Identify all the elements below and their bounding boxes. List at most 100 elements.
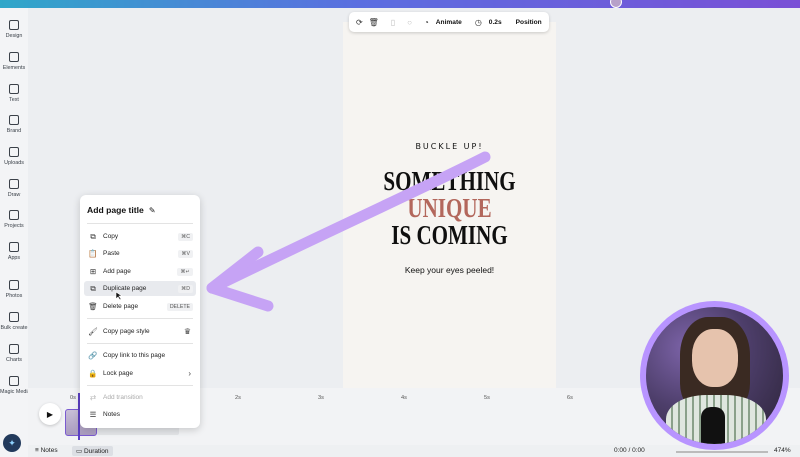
menu-item-add-transition: ⇄ Add transition [84, 390, 196, 405]
design-top-text[interactable]: BUCKLE UP! [343, 142, 556, 151]
sidebar-item-design[interactable]: Design [0, 20, 28, 39]
left-sidebar: Design Elements Text Brand Uploads Draw … [0, 8, 31, 457]
user-avatar[interactable] [610, 0, 622, 8]
menu-item-label: Lock page [103, 370, 133, 377]
top-accent-bar [0, 0, 800, 8]
trash-icon[interactable]: 🗑 [369, 17, 379, 27]
notes-button[interactable]: ≡ Notes [35, 447, 58, 454]
duration-icon: ▭ [76, 448, 84, 455]
clock-icon: ◷ [474, 17, 482, 27]
menu-item-label: Copy link to this page [103, 352, 166, 359]
page-floating-toolbar: ⟳ 🗑 ▯ ○ ◔ Animate ◷ 0.2s Position [349, 12, 549, 32]
sidebar-item-elements[interactable]: Elements [0, 52, 28, 71]
sidebar-item-magic-media[interactable]: Magic Media [0, 376, 31, 395]
sidebar-item-label: Draw [7, 192, 21, 198]
menu-item-add-page[interactable]: ⊞ Add page ⌘↵ [84, 264, 196, 279]
sidebar-item-draw[interactable]: Draw [0, 179, 28, 198]
notes-icon: ☰ [89, 410, 97, 419]
sidebar-item-bulk-create[interactable]: Bulk create [0, 312, 28, 331]
text-icon [9, 84, 19, 94]
brand-icon [9, 115, 19, 125]
elements-icon [9, 52, 19, 62]
animate-button[interactable]: Animate [436, 19, 462, 26]
apps-icon [9, 242, 19, 252]
menu-item-copy-link[interactable]: 🔗 Copy link to this page [84, 348, 196, 363]
presenter-video [646, 307, 783, 444]
sidebar-item-label: Projects [4, 223, 24, 229]
color-circle-icon: ○ [407, 17, 412, 27]
menu-item-label: Notes [103, 411, 120, 418]
sidebar-item-uploads[interactable]: Uploads [0, 147, 28, 166]
split-icon: ▯ [390, 17, 396, 27]
sidebar-item-label: Photos [5, 293, 23, 299]
sidebar-item-photos[interactable]: Photos [0, 280, 28, 299]
design-icon [9, 20, 19, 30]
sidebar-item-label: Text [9, 97, 19, 103]
menu-item-shortcut: ⌘C [178, 232, 193, 241]
sidebar-item-projects[interactable]: Projects [0, 210, 28, 229]
refresh-icon[interactable]: ⟳ [356, 17, 363, 27]
copy-icon: ⧉ [90, 231, 96, 241]
time-readout: 0:00 / 0:00 [614, 447, 645, 454]
menu-divider [87, 343, 193, 344]
play-button[interactable]: ▶ [39, 403, 61, 425]
pencil-icon: ✎ [148, 206, 156, 215]
menu-item-label: Copy [103, 233, 119, 240]
zoom-slider[interactable] [676, 451, 768, 453]
menu-item-label: Delete page [103, 303, 139, 310]
add-page-title-button[interactable]: Add page title ✎ [87, 205, 156, 215]
sidebar-item-apps[interactable]: Apps [0, 242, 28, 261]
sparkle-icon: ✦ [8, 437, 16, 448]
menu-item-lock-page[interactable]: 🔒 Lock page › [84, 366, 196, 381]
menu-item-shortcut: ⌘D [178, 284, 193, 293]
design-subtext[interactable]: Keep your eyes peeled! [343, 265, 556, 275]
sidebar-item-label: Brand [6, 128, 22, 134]
duration-label: Duration [83, 448, 109, 455]
menu-item-label: Copy page style [103, 328, 150, 335]
headline-line-1[interactable]: SOMETHING [366, 168, 532, 195]
menu-item-label: Add transition [103, 394, 143, 401]
duration-toggle[interactable]: ▭ Duration [72, 446, 113, 456]
timeline-tick: 2s [235, 395, 241, 401]
menu-item-shortcut: ⌘↵ [177, 267, 193, 276]
paint-roller-icon: 🖌 [88, 327, 98, 336]
menu-divider [87, 223, 193, 224]
menu-divider [87, 318, 193, 319]
magic-assistant-button[interactable]: ✦ [3, 434, 21, 452]
sidebar-item-charts[interactable]: Charts [0, 344, 28, 363]
sidebar-item-label: Uploads [4, 160, 24, 166]
duration-button[interactable]: 0.2s [489, 19, 502, 26]
menu-divider [87, 385, 193, 386]
link-icon: 🔗 [88, 351, 98, 360]
magic-media-icon [9, 376, 19, 386]
play-icon: ▶ [46, 409, 54, 419]
menu-item-duplicate-page[interactable]: ⧉ Duplicate page ⌘D [84, 281, 196, 296]
menu-item-paste[interactable]: 📋 Paste ⌘V [84, 246, 196, 261]
chevron-right-icon: › [188, 369, 191, 378]
design-page[interactable]: BUCKLE UP! SOMETHING UNIQUE IS COMING Ke… [343, 22, 556, 388]
notes-label: Notes [40, 447, 58, 454]
timeline-tick: 6s [567, 395, 573, 401]
menu-item-notes[interactable]: ☰ Notes [84, 407, 196, 422]
sidebar-item-label: Elements [2, 65, 26, 71]
sidebar-item-brand[interactable]: Brand [0, 115, 28, 134]
design-headline[interactable]: SOMETHING UNIQUE IS COMING [343, 168, 556, 249]
bulk-create-icon [9, 312, 19, 322]
draw-icon [9, 179, 19, 189]
menu-item-copy-page-style[interactable]: 🖌 Copy page style ♛ [84, 324, 196, 339]
menu-item-shortcut: DELETE [166, 302, 193, 311]
sidebar-item-label: Magic Media [0, 389, 31, 395]
bottom-bar: ≡ Notes ▭ Duration 0:00 / 0:00 474% [28, 445, 800, 457]
headline-line-3[interactable]: IS COMING [366, 222, 532, 249]
sidebar-item-text[interactable]: Text [0, 84, 28, 103]
menu-item-label: Paste [103, 250, 120, 257]
duplicate-page-icon: ⧉ [90, 283, 96, 293]
position-button[interactable]: Position [516, 19, 542, 26]
uploads-icon [9, 147, 19, 157]
menu-item-delete-page[interactable]: 🗑 Delete page DELETE [84, 299, 196, 314]
headline-line-2[interactable]: UNIQUE [366, 195, 532, 222]
projects-icon [9, 210, 19, 220]
zoom-level[interactable]: 474% [774, 447, 791, 454]
menu-item-copy[interactable]: ⧉ Copy ⌘C [84, 229, 196, 244]
paste-icon: 📋 [88, 249, 98, 258]
